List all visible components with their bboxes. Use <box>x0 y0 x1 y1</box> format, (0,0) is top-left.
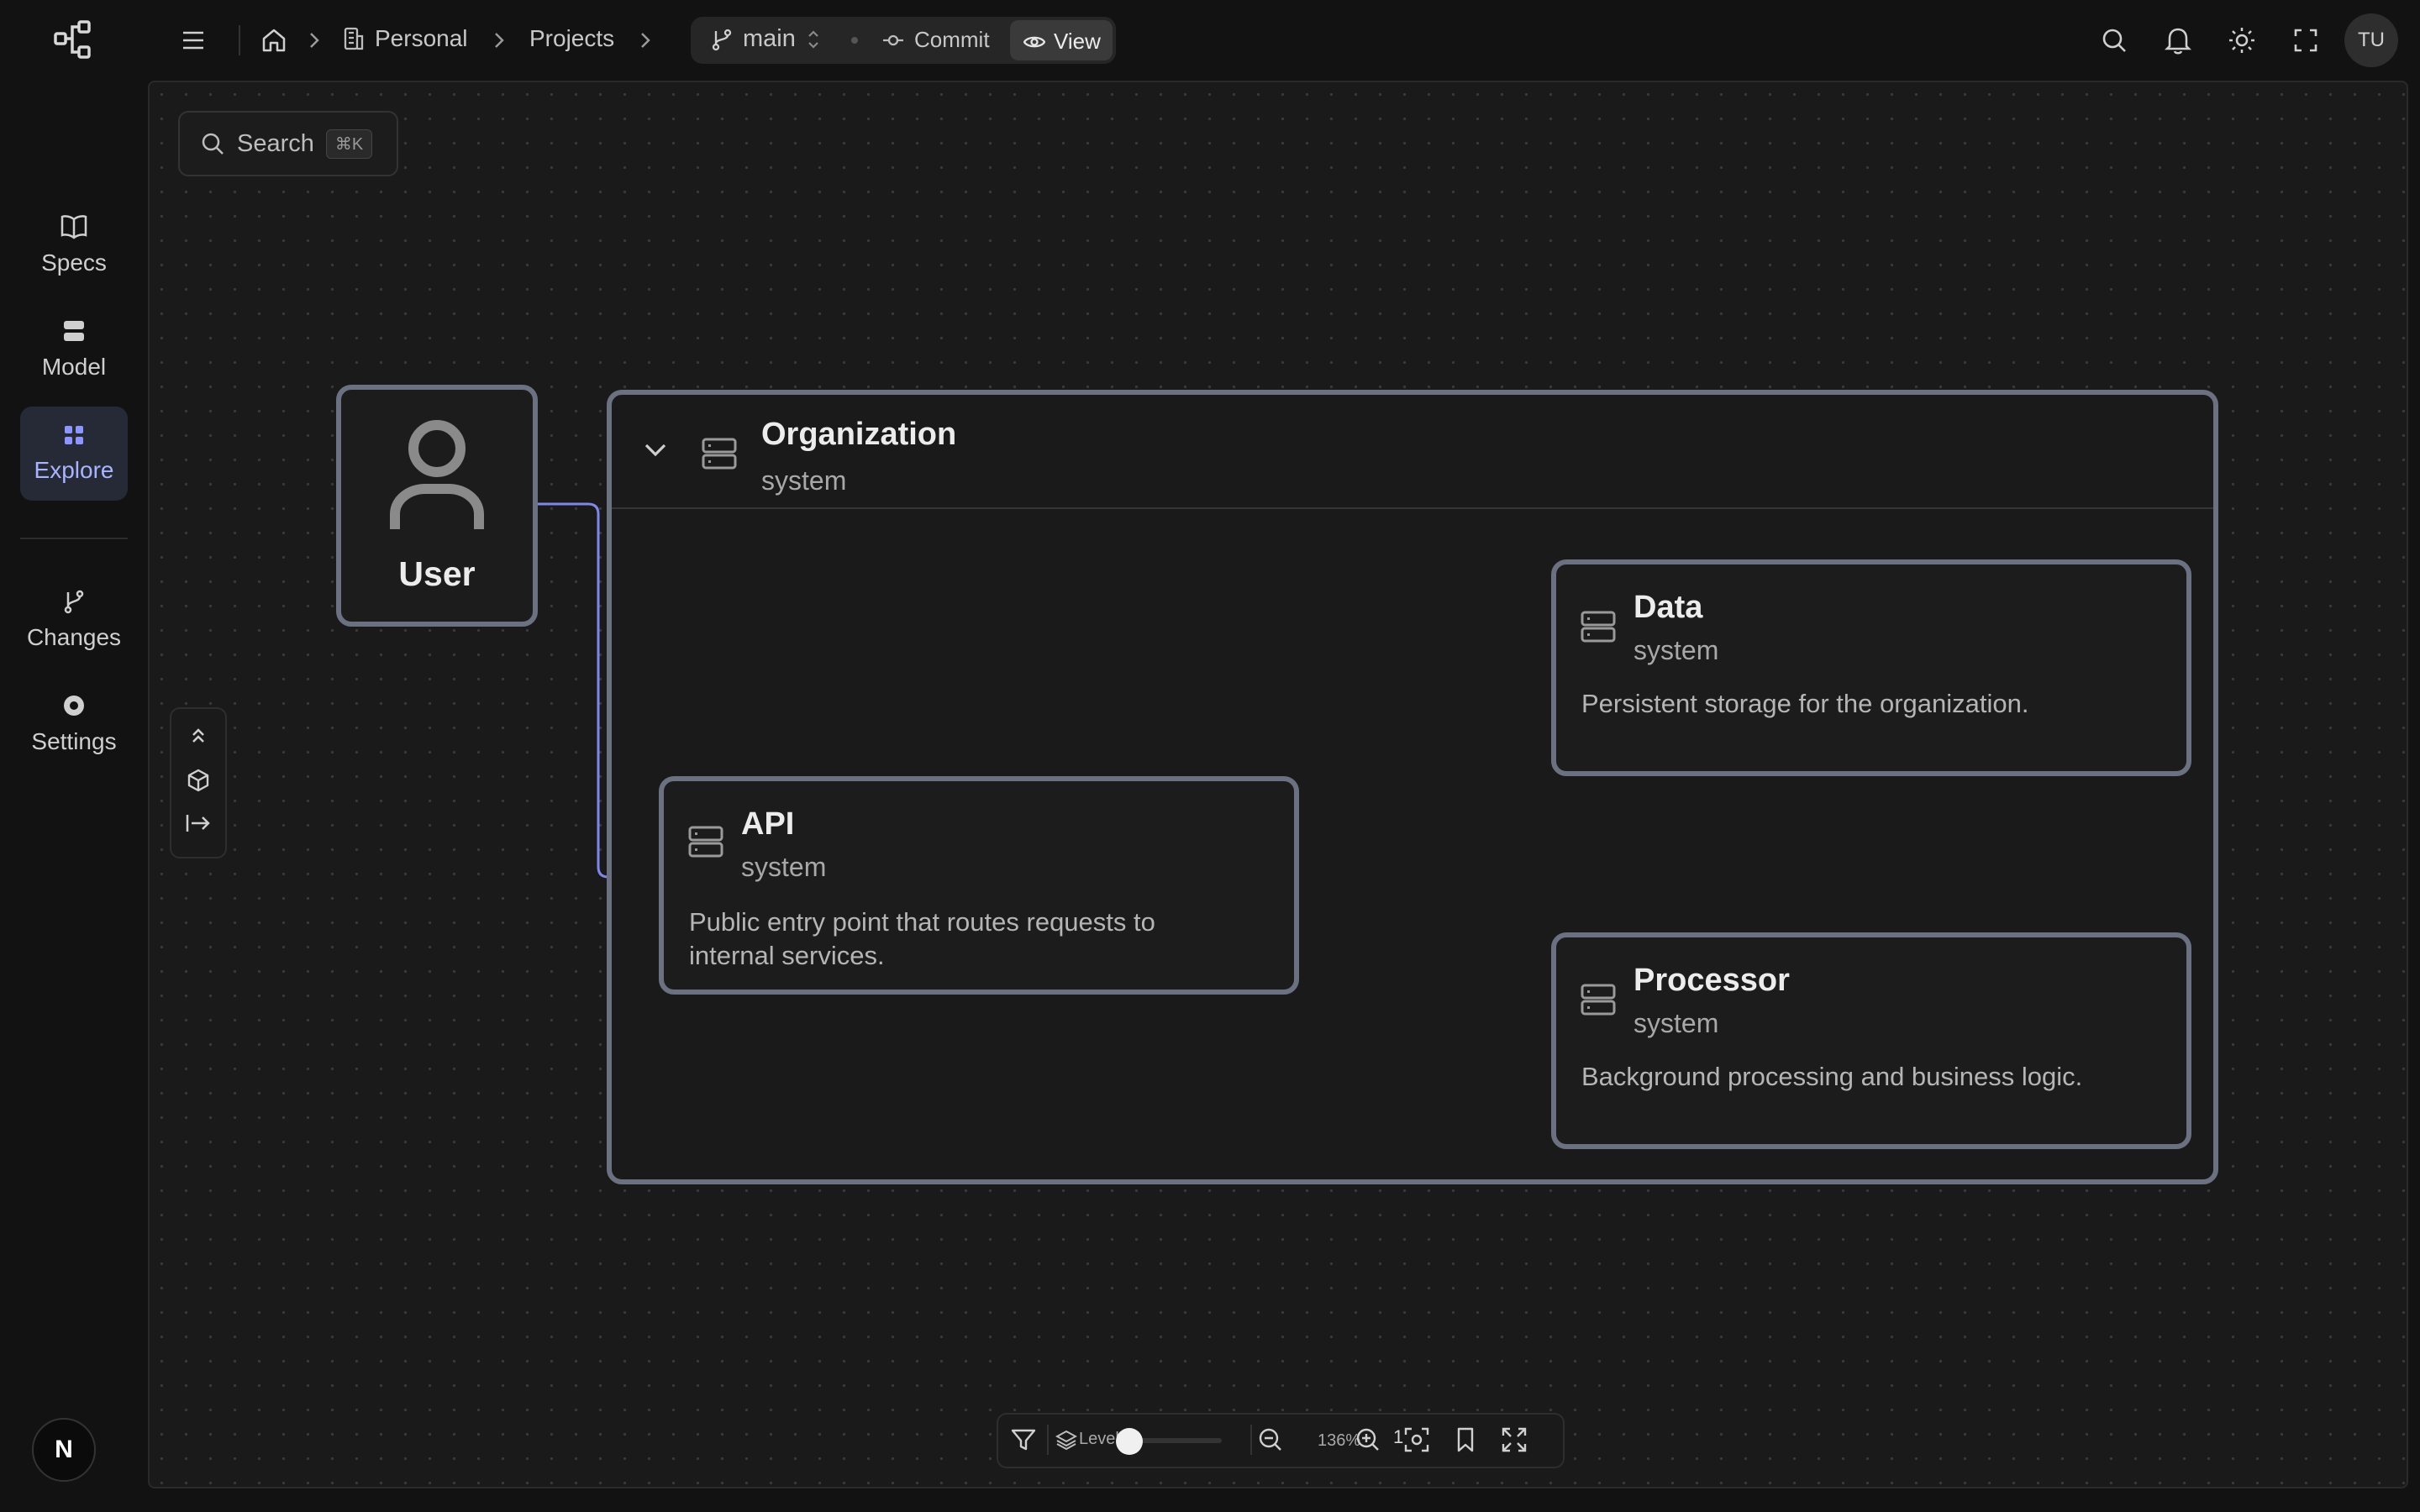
commit-label: Commit <box>914 27 990 52</box>
view-button[interactable]: View <box>1010 20 1113 60</box>
node-kind: system <box>761 465 847 496</box>
sidebar-item-label: Specs <box>41 249 107 276</box>
zoom-in-icon[interactable] <box>1355 1426 1381 1453</box>
node-processor[interactable]: Processor system Background processing a… <box>1551 932 2191 1149</box>
bell-icon <box>2165 28 2191 55</box>
commit-icon <box>883 34 903 45</box>
logo-icon <box>54 20 91 59</box>
chevron-right-icon <box>308 29 321 52</box>
arrow-right-to-line-icon[interactable] <box>185 811 212 835</box>
focus-icon[interactable] <box>1403 1426 1430 1453</box>
gear-icon <box>64 696 84 716</box>
sidebar-item-label: Model <box>41 354 107 380</box>
layers-icon <box>1055 1430 1077 1451</box>
node-user[interactable]: User <box>336 385 538 627</box>
chevrons-up-icon[interactable] <box>187 724 210 748</box>
building-icon <box>344 27 364 50</box>
diagram-canvas[interactable]: Search ⌘K User Organization system API s… <box>148 81 2408 1488</box>
filter-icon[interactable] <box>1010 1426 1037 1453</box>
level-label: Level <box>1079 1430 1119 1448</box>
divider <box>239 25 240 55</box>
server-icon <box>702 438 737 470</box>
node-data[interactable]: Data system Persistent storage for the o… <box>1551 559 2191 776</box>
node-title: Processor <box>1634 963 1790 998</box>
node-kind: system <box>1634 635 1719 665</box>
level-value: 1 <box>1393 1426 1404 1447</box>
separator-dot <box>851 37 858 44</box>
description-line: Public entry point that routes requests … <box>689 907 1155 937</box>
model-icon <box>64 321 84 341</box>
sidebar-item-label: Changes <box>26 624 122 650</box>
home-button[interactable] <box>247 13 301 67</box>
search-icon <box>2102 29 2126 52</box>
cube-icon[interactable] <box>186 768 211 793</box>
breadcrumb-personal[interactable]: Personal <box>343 25 468 52</box>
bookmark-icon[interactable] <box>1452 1426 1479 1453</box>
node-description: Background processing and business logic… <box>1581 1062 2083 1091</box>
sidebar-item-settings[interactable]: Settings <box>20 677 128 771</box>
node-kind: system <box>1634 1008 1719 1038</box>
divider <box>1047 1425 1049 1455</box>
node-title: User <box>398 554 476 593</box>
commit-button[interactable]: Commit <box>882 27 990 53</box>
sidebar-item-changes[interactable]: Changes <box>20 573 128 667</box>
git-branch-icon <box>712 29 732 50</box>
grid-icon <box>65 426 83 444</box>
chevron-up-down-icon <box>808 29 818 49</box>
canvas-side-toolbar <box>170 707 227 858</box>
expand-icon <box>2294 29 2317 52</box>
chevron-right-icon <box>492 29 506 52</box>
breadcrumb-label: Personal <box>375 25 468 51</box>
book-icon <box>60 215 87 239</box>
sidebar-divider <box>20 538 128 539</box>
hamburger-icon <box>183 31 203 50</box>
node-kind: system <box>741 852 827 882</box>
sidebar-item-specs[interactable]: Specs <box>20 198 128 292</box>
divider <box>1250 1425 1252 1455</box>
branch-selector[interactable]: main <box>711 25 821 53</box>
node-description: Persistent storage for the organization. <box>1581 689 2029 718</box>
sidebar-item-explore[interactable]: Explore <box>20 407 128 501</box>
maximize-icon[interactable] <box>1501 1426 1528 1453</box>
chevron-right-icon <box>639 29 652 52</box>
eye-icon <box>1023 36 1045 47</box>
node-title: Data <box>1634 590 1703 625</box>
sun-icon <box>2229 28 2254 53</box>
git-branch-icon <box>64 590 84 614</box>
person-icon <box>390 420 484 529</box>
app-logo[interactable] <box>52 18 94 60</box>
global-search-button[interactable] <box>2087 13 2141 67</box>
menu-button[interactable] <box>166 13 220 67</box>
canvas-bottom-toolbar: Level 1 136% <box>997 1413 1565 1468</box>
notifications-button[interactable] <box>2151 13 2205 67</box>
level-slider-handle[interactable] <box>1116 1428 1143 1455</box>
home-icon <box>262 29 286 52</box>
node-description: Public entry point that routes requests … <box>689 906 1155 973</box>
server-icon <box>1581 984 1616 1016</box>
theme-toggle[interactable] <box>2215 13 2269 67</box>
fullscreen-button[interactable] <box>2279 13 2333 67</box>
user-avatar[interactable]: TU <box>2344 13 2398 67</box>
sidebar-item-label: Explore <box>34 457 114 483</box>
description-line: internal services. <box>689 941 885 970</box>
node-title: API <box>741 806 795 842</box>
collapse-chevron-icon[interactable] <box>642 440 669 460</box>
view-label: View <box>1054 29 1101 54</box>
next-badge[interactable]: N <box>32 1418 96 1482</box>
left-sidebar: Specs Model Explore Changes Settings N <box>0 0 146 1512</box>
zoom-out-icon[interactable] <box>1257 1426 1284 1453</box>
container-divider <box>612 507 2213 509</box>
server-icon <box>688 826 723 858</box>
node-title: Organization <box>761 417 957 452</box>
server-icon <box>1581 611 1616 643</box>
sidebar-item-label: Settings <box>31 728 117 754</box>
breadcrumb-projects[interactable]: Projects <box>529 25 614 52</box>
sidebar-item-model[interactable]: Model <box>20 302 128 396</box>
top-bar <box>146 0 2420 81</box>
branch-name: main <box>743 25 796 52</box>
node-api[interactable]: API system Public entry point that route… <box>659 776 1299 995</box>
